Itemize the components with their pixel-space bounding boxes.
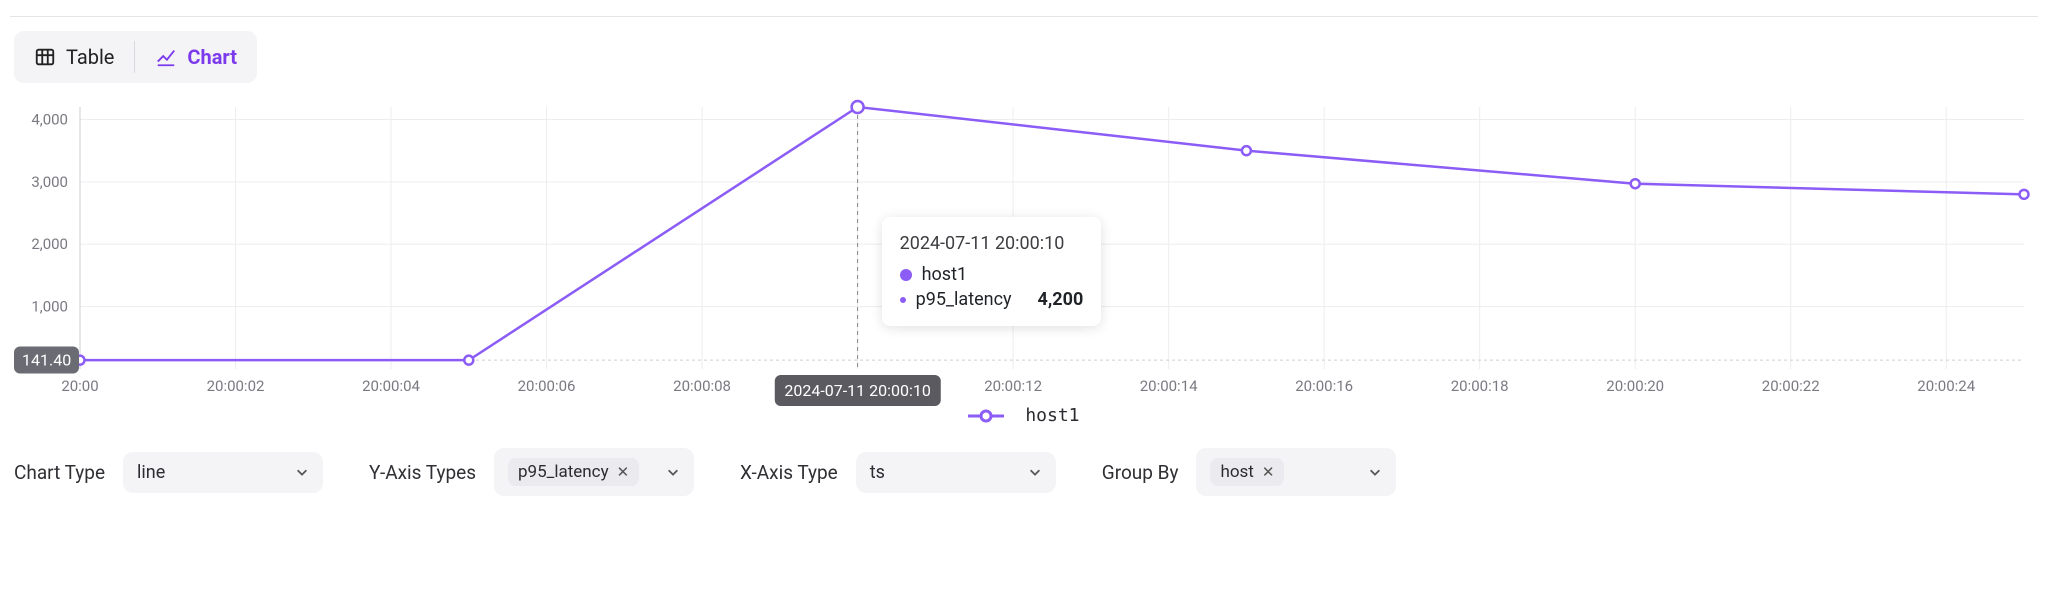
svg-text:20:00:08: 20:00:08: [673, 377, 731, 395]
y-baseline-badge: 141.40: [14, 347, 79, 374]
svg-text:20:00:20: 20:00:20: [1606, 377, 1664, 395]
close-icon[interactable]: ✕: [1262, 463, 1275, 481]
chart-view-label: Chart: [187, 45, 237, 69]
x-axis-type-label: X-Axis Type: [740, 461, 838, 484]
y-axis-chip-label: p95_latency: [518, 462, 609, 482]
chevron-down-icon: [1368, 465, 1382, 479]
svg-text:1,000: 1,000: [31, 298, 68, 316]
y-axis-types-select[interactable]: p95_latency ✕: [494, 448, 694, 496]
legend-label: host1: [1025, 405, 1079, 426]
chart-controls: Chart Type line Y-Axis Types p95_latency…: [10, 448, 2038, 496]
x-axis-type-select[interactable]: ts: [856, 452, 1056, 493]
chevron-down-icon: [1028, 465, 1042, 479]
y-axis-types-control: Y-Axis Types p95_latency ✕: [369, 448, 694, 496]
group-by-select[interactable]: host ✕: [1196, 448, 1396, 496]
group-by-control: Group By host ✕: [1102, 448, 1397, 496]
tooltip-metric-name: p95_latency: [916, 289, 1012, 310]
tooltip: 2024-07-11 20:00:10 host1 p95_latency 4,…: [882, 217, 1102, 326]
legend: host1: [10, 405, 2038, 426]
svg-text:20:00:18: 20:00:18: [1451, 377, 1509, 395]
svg-text:20:00:16: 20:00:16: [1295, 377, 1353, 395]
y-axis-types-label: Y-Axis Types: [369, 461, 476, 484]
chart-type-label: Chart Type: [14, 461, 105, 484]
chart-type-select[interactable]: line: [123, 452, 323, 493]
table-view-label: Table: [66, 45, 114, 69]
x-hover-badge: 2024-07-11 20:00:10: [774, 375, 940, 406]
chart-view-button[interactable]: Chart: [141, 37, 251, 77]
svg-text:20:00:24: 20:00:24: [1917, 377, 1975, 395]
view-toggle: Table Chart: [14, 31, 257, 83]
chevron-down-icon: [295, 465, 309, 479]
svg-text:3,000: 3,000: [31, 173, 68, 191]
x-axis-type-value: ts: [870, 462, 885, 483]
svg-text:20:00:02: 20:00:02: [207, 377, 265, 395]
chevron-down-icon: [666, 465, 680, 479]
tooltip-series-name: host1: [922, 264, 967, 285]
svg-text:20:00: 20:00: [61, 377, 98, 395]
chart-type-value: line: [137, 462, 165, 483]
svg-text:20:00:12: 20:00:12: [984, 377, 1042, 395]
svg-text:4,000: 4,000: [31, 110, 68, 128]
close-icon[interactable]: ✕: [617, 463, 630, 481]
chart[interactable]: 1,000 2,000 3,000 4,000 20:00 20:00:02 20:00:0…: [10, 99, 2038, 399]
view-toggle-separator: [134, 41, 135, 73]
table-icon: [34, 46, 56, 68]
x-axis-type-control: X-Axis Type ts: [740, 452, 1056, 493]
line-chart-icon: [155, 46, 177, 68]
series-color-dot: [900, 269, 912, 281]
chart-type-control: Chart Type line: [14, 452, 323, 493]
group-by-chip[interactable]: host ✕: [1210, 458, 1284, 486]
svg-text:2,000: 2,000: [31, 235, 68, 253]
svg-text:20:00:22: 20:00:22: [1762, 377, 1820, 395]
group-by-label: Group By: [1102, 461, 1179, 484]
svg-text:20:00:14: 20:00:14: [1140, 377, 1198, 395]
metric-color-dot: [900, 297, 906, 303]
table-view-button[interactable]: Table: [20, 37, 128, 77]
svg-text:20:00:04: 20:00:04: [362, 377, 420, 395]
tooltip-title: 2024-07-11 20:00:10: [900, 233, 1084, 254]
tooltip-value: 4,200: [1038, 289, 1084, 310]
y-axis-chip[interactable]: p95_latency ✕: [508, 458, 639, 486]
group-by-chip-label: host: [1220, 462, 1253, 482]
divider: [10, 16, 2038, 17]
legend-marker: [968, 409, 1004, 423]
svg-text:20:00:06: 20:00:06: [518, 377, 576, 395]
